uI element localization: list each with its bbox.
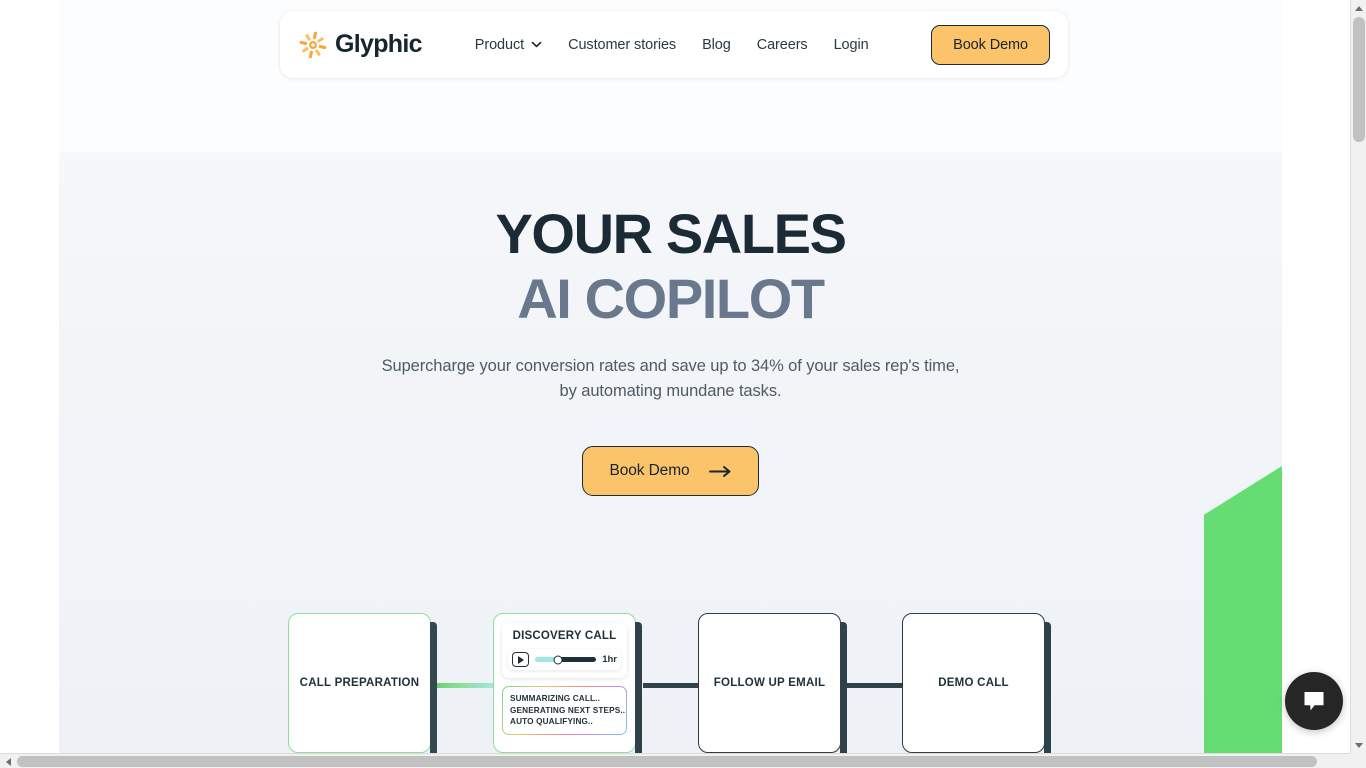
flow-card-discovery-call[interactable]: DISCOVERY CALL 1hr SUMMARIZING CALL.. GE… xyxy=(493,613,642,753)
audio-progress-slider[interactable] xyxy=(535,655,597,664)
hero-section: YOUR SALES AI COPILOT Supercharge your c… xyxy=(59,152,1282,497)
audio-duration: 1hr xyxy=(602,654,617,665)
nav-item-label: Login xyxy=(833,36,869,53)
vertical-scrollbar[interactable] xyxy=(1350,0,1366,753)
flow-card-label: CALL PREPARATION xyxy=(299,677,420,689)
slider-knob[interactable] xyxy=(553,655,563,664)
scroll-up-icon[interactable] xyxy=(1351,0,1366,16)
flow-card-label: DEMO CALL xyxy=(938,677,1009,689)
hero-title-line-2: AI COPILOT xyxy=(517,267,825,331)
nav-links: Product Customer stories Blog Careers Lo… xyxy=(462,29,931,61)
play-icon[interactable] xyxy=(512,652,529,667)
page-title: YOUR SALES AI COPILOT xyxy=(59,202,1282,331)
hero-cta-label: Book Demo xyxy=(609,462,690,480)
horizontal-scrollbar[interactable] xyxy=(0,753,1366,768)
nav-item-label: Careers xyxy=(756,36,808,53)
vertical-scrollbar-thumb[interactable] xyxy=(1353,17,1365,142)
flow-card-follow-up-email[interactable]: FOLLOW UP EMAIL xyxy=(698,613,847,753)
chat-widget-button[interactable] xyxy=(1285,672,1343,730)
flow-card-demo-call[interactable]: DEMO CALL xyxy=(902,613,1051,753)
scroll-down-icon[interactable] xyxy=(1351,737,1366,753)
horizontal-scrollbar-thumb[interactable] xyxy=(17,756,1317,767)
connector-1 xyxy=(437,683,497,688)
discovery-status-chip: SUMMARIZING CALL.. GENERATING NEXT STEPS… xyxy=(502,686,627,735)
nav-item-label: Product xyxy=(474,36,525,53)
brand-logo[interactable]: Glyphic xyxy=(298,30,422,60)
status-line-1: SUMMARIZING CALL.. xyxy=(510,694,601,703)
top-navigation-bar: Glyphic Product Customer stories Blog Ca… xyxy=(280,11,1068,78)
connector-2 xyxy=(643,683,701,688)
hero-subtitle: Supercharge your conversion rates and sa… xyxy=(381,357,960,400)
nav-item-label: Customer stories xyxy=(568,36,677,53)
discovery-panel: DISCOVERY CALL 1hr xyxy=(502,623,627,678)
flow-card-label: FOLLOW UP EMAIL xyxy=(713,677,826,689)
nav-item-careers[interactable]: Careers xyxy=(744,29,821,61)
connector-3 xyxy=(845,683,903,688)
discovery-panel-title: DISCOVERY CALL xyxy=(512,630,617,642)
nav-item-label: Blog xyxy=(702,36,731,53)
brand-name: Glyphic xyxy=(335,30,422,58)
scroll-left-icon[interactable] xyxy=(0,754,16,768)
hero-book-demo-button[interactable]: Book Demo xyxy=(582,446,759,497)
audio-player[interactable]: 1hr xyxy=(508,649,621,670)
nav-item-customer-stories[interactable]: Customer stories xyxy=(555,29,689,61)
chat-bubble-icon xyxy=(1304,692,1324,711)
nav-book-demo-button[interactable]: Book Demo xyxy=(931,24,1050,65)
page-canvas: YOUR SALES AI COPILOT Supercharge your c… xyxy=(59,0,1282,753)
status-line-2: GENERATING NEXT STEPS.. xyxy=(510,705,626,715)
workflow-diagram: CALL PREPARATION DISCOVERY CALL 1hr SUMM… xyxy=(59,613,1282,753)
nav-item-blog[interactable]: Blog xyxy=(689,29,744,61)
chevron-down-icon xyxy=(531,41,542,48)
nav-item-login[interactable]: Login xyxy=(821,29,882,61)
sunburst-icon xyxy=(299,31,327,58)
scrollbar-corner xyxy=(1350,753,1366,768)
hero-title-line-1: YOUR SALES xyxy=(495,202,846,265)
nav-item-product[interactable]: Product xyxy=(462,29,555,61)
flow-card-call-preparation[interactable]: CALL PREPARATION xyxy=(288,613,437,753)
arrow-right-icon xyxy=(708,465,730,477)
browser-viewport: YOUR SALES AI COPILOT Supercharge your c… xyxy=(0,0,1366,768)
status-line-3: AUTO QUALIFYING.. xyxy=(510,717,593,727)
